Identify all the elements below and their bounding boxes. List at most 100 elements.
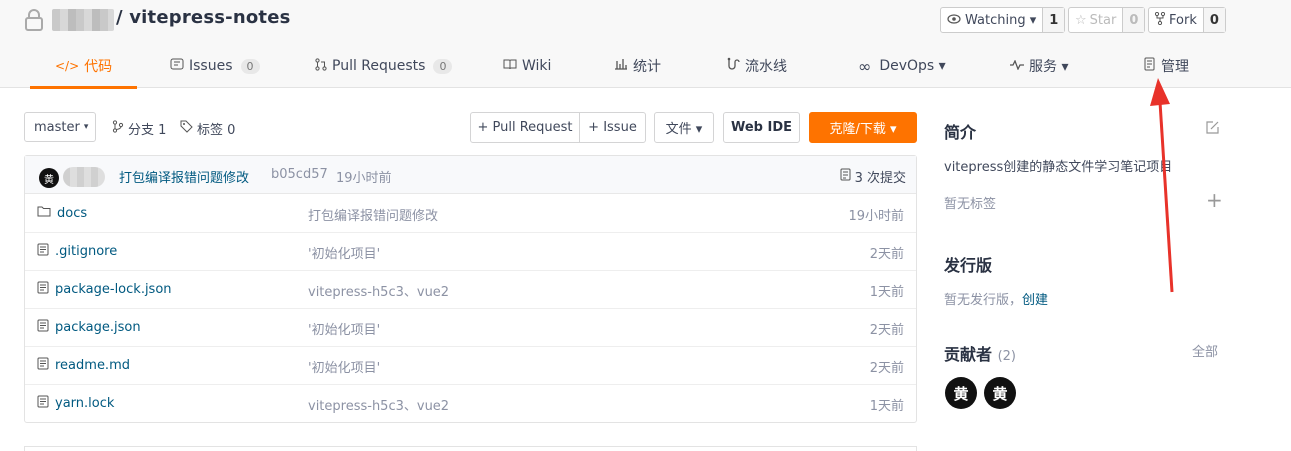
table-row[interactable]: readme.md '初始化项目' 2天前 bbox=[25, 347, 916, 385]
releases-title: 发行版 bbox=[944, 256, 993, 275]
folder-icon bbox=[37, 205, 51, 221]
tab-pull-requests-label: Pull Requests bbox=[332, 58, 426, 74]
add-tag-icon[interactable]: + bbox=[1206, 190, 1223, 210]
contributors-title-label: 贡献者 bbox=[944, 345, 993, 364]
file-icon bbox=[37, 319, 49, 336]
file-name-link[interactable]: package-lock.json bbox=[37, 281, 172, 298]
contributor-avatar[interactable]: 黄 bbox=[984, 377, 1016, 409]
watch-button-group[interactable]: Watching ▾ 1 bbox=[940, 7, 1066, 33]
contributor-avatar[interactable]: 黄 bbox=[945, 377, 977, 409]
file-name-link[interactable]: readme.md bbox=[37, 357, 130, 374]
commit-author-avatar[interactable]: 黄 bbox=[39, 168, 59, 188]
tab-services-label: 服务 ▾ bbox=[1029, 59, 1069, 75]
tab-pipeline-label: 流水线 bbox=[745, 59, 787, 75]
tab-devops[interactable]: ∞ DevOps ▾ bbox=[858, 44, 946, 88]
file-commit-message[interactable]: vitepress-h5c3、vue2 bbox=[308, 395, 449, 414]
file-name-link[interactable]: package.json bbox=[37, 319, 141, 336]
new-issue-button[interactable]: + Issue bbox=[579, 112, 646, 143]
bar-chart-icon bbox=[614, 58, 628, 74]
edit-icon[interactable] bbox=[1205, 120, 1220, 139]
file-name-link[interactable]: .gitignore bbox=[37, 243, 117, 260]
file-commit-time: 1天前 bbox=[869, 285, 904, 300]
eye-icon bbox=[947, 13, 961, 28]
file-commit-message[interactable]: '初始化项目' bbox=[308, 319, 380, 338]
commit-time: 19小时前 bbox=[336, 171, 392, 186]
pulse-icon bbox=[1010, 58, 1024, 74]
fork-label: Fork bbox=[1169, 12, 1197, 28]
file-commit-time: 1天前 bbox=[869, 399, 904, 414]
file-name-link[interactable]: docs bbox=[37, 205, 87, 221]
contributors-count: (2) bbox=[997, 349, 1017, 364]
file-commit-message[interactable]: 打包编译报错问题修改 bbox=[308, 205, 438, 224]
commit-author-blurred[interactable] bbox=[63, 167, 105, 187]
new-pull-request-button[interactable]: + Pull Request bbox=[470, 112, 580, 143]
fork-count[interactable]: 0 bbox=[1202, 8, 1225, 32]
owner-name-blurred[interactable] bbox=[52, 9, 114, 31]
table-row[interactable]: yarn.lock vitepress-h5c3、vue2 1天前 bbox=[25, 385, 916, 423]
commit-count-link[interactable]: 3 次提交 bbox=[840, 167, 906, 186]
tab-pull-requests-count: 0 bbox=[433, 58, 453, 74]
contributors-title: 贡献者 (2) bbox=[944, 341, 1016, 365]
tab-issues-label: Issues bbox=[189, 58, 233, 74]
tag-count[interactable]: 标签 0 bbox=[180, 119, 235, 138]
issue-icon bbox=[170, 58, 184, 74]
file-name: package-lock.json bbox=[55, 282, 172, 297]
star-label: Star bbox=[1089, 12, 1117, 28]
tab-services[interactable]: 服务 ▾ bbox=[1010, 44, 1068, 88]
table-row[interactable]: package-lock.json vitepress-h5c3、vue2 1天… bbox=[25, 271, 916, 309]
watch-button[interactable]: Watching ▾ bbox=[941, 8, 1042, 32]
tab-issues[interactable]: Issues 0 bbox=[170, 44, 260, 88]
fork-icon bbox=[1154, 11, 1166, 29]
chevron-down-icon: ▾ bbox=[83, 122, 89, 132]
fork-button-group[interactable]: Fork 0 bbox=[1148, 7, 1226, 33]
web-ide-button[interactable]: Web IDE bbox=[723, 112, 800, 143]
file-name-link[interactable]: yarn.lock bbox=[37, 395, 114, 412]
star-button-group[interactable]: ☆ Star 0 bbox=[1068, 7, 1146, 33]
tab-wiki[interactable]: Wiki bbox=[503, 44, 551, 88]
commit-sha-link[interactable]: b05cd57 bbox=[271, 167, 328, 182]
star-count[interactable]: 0 bbox=[1122, 8, 1145, 32]
table-row[interactable]: package.json '初始化项目' 2天前 bbox=[25, 309, 916, 347]
file-name: yarn.lock bbox=[55, 396, 115, 411]
tag-count-label: 标签 0 bbox=[197, 123, 236, 138]
tab-devops-label: DevOps ▾ bbox=[879, 58, 946, 74]
file-dropdown-button[interactable]: 文件 ▾ bbox=[654, 112, 714, 143]
star-button[interactable]: ☆ Star bbox=[1069, 8, 1122, 32]
commits-icon bbox=[840, 168, 851, 185]
pull-request-icon bbox=[315, 57, 327, 75]
table-row[interactable]: docs 打包编译报错问题修改 19小时前 bbox=[25, 195, 916, 233]
file-name: readme.md bbox=[55, 358, 130, 373]
book-icon bbox=[503, 58, 517, 74]
fork-button[interactable]: Fork bbox=[1149, 8, 1203, 32]
repo-tabs: </> 代码 Issues 0 Pull Requests 0 Wiki 统计 … bbox=[24, 44, 1224, 89]
infinity-icon: ∞ bbox=[858, 56, 872, 76]
tab-pull-requests[interactable]: Pull Requests 0 bbox=[315, 44, 453, 88]
file-commit-message[interactable]: vitepress-h5c3、vue2 bbox=[308, 281, 449, 300]
all-contributors-link[interactable]: 全部 bbox=[1192, 341, 1218, 360]
tab-pipeline[interactable]: 流水线 bbox=[726, 44, 787, 88]
file-name: package.json bbox=[55, 320, 141, 335]
branch-icon bbox=[112, 120, 124, 137]
branch-count-label: 分支 1 bbox=[128, 123, 167, 138]
tab-manage[interactable]: 管理 bbox=[1144, 44, 1189, 88]
annotation-arrow bbox=[1150, 78, 1174, 293]
file-icon bbox=[37, 395, 49, 412]
no-tags-text: 暂无标签 bbox=[944, 197, 997, 212]
watch-count[interactable]: 1 bbox=[1042, 8, 1065, 32]
create-release-link[interactable]: 创建 bbox=[1022, 293, 1048, 308]
lock-icon bbox=[25, 9, 43, 31]
branch-count[interactable]: 分支 1 bbox=[112, 119, 166, 138]
clone-download-button[interactable]: 克隆/下载 ▾ bbox=[809, 112, 917, 143]
table-row[interactable]: .gitignore '初始化项目' 2天前 bbox=[25, 233, 916, 271]
latest-commit-bar: 黄 打包编译报错问题修改 b05cd57 19小时前 3 次提交 bbox=[25, 156, 916, 194]
watch-label: Watching ▾ bbox=[965, 12, 1037, 28]
repo-title[interactable]: / vitepress-notes bbox=[116, 7, 291, 28]
tab-stats[interactable]: 统计 bbox=[614, 44, 661, 88]
file-commit-time: 2天前 bbox=[869, 247, 904, 262]
file-commit-message[interactable]: '初始化项目' bbox=[308, 357, 380, 376]
file-icon bbox=[37, 281, 49, 298]
branch-select[interactable]: master ▾ bbox=[24, 112, 96, 142]
commit-message-link[interactable]: 打包编译报错问题修改 bbox=[119, 167, 249, 186]
file-commit-message[interactable]: '初始化项目' bbox=[308, 243, 380, 262]
tab-code[interactable]: </> 代码 bbox=[29, 44, 138, 89]
